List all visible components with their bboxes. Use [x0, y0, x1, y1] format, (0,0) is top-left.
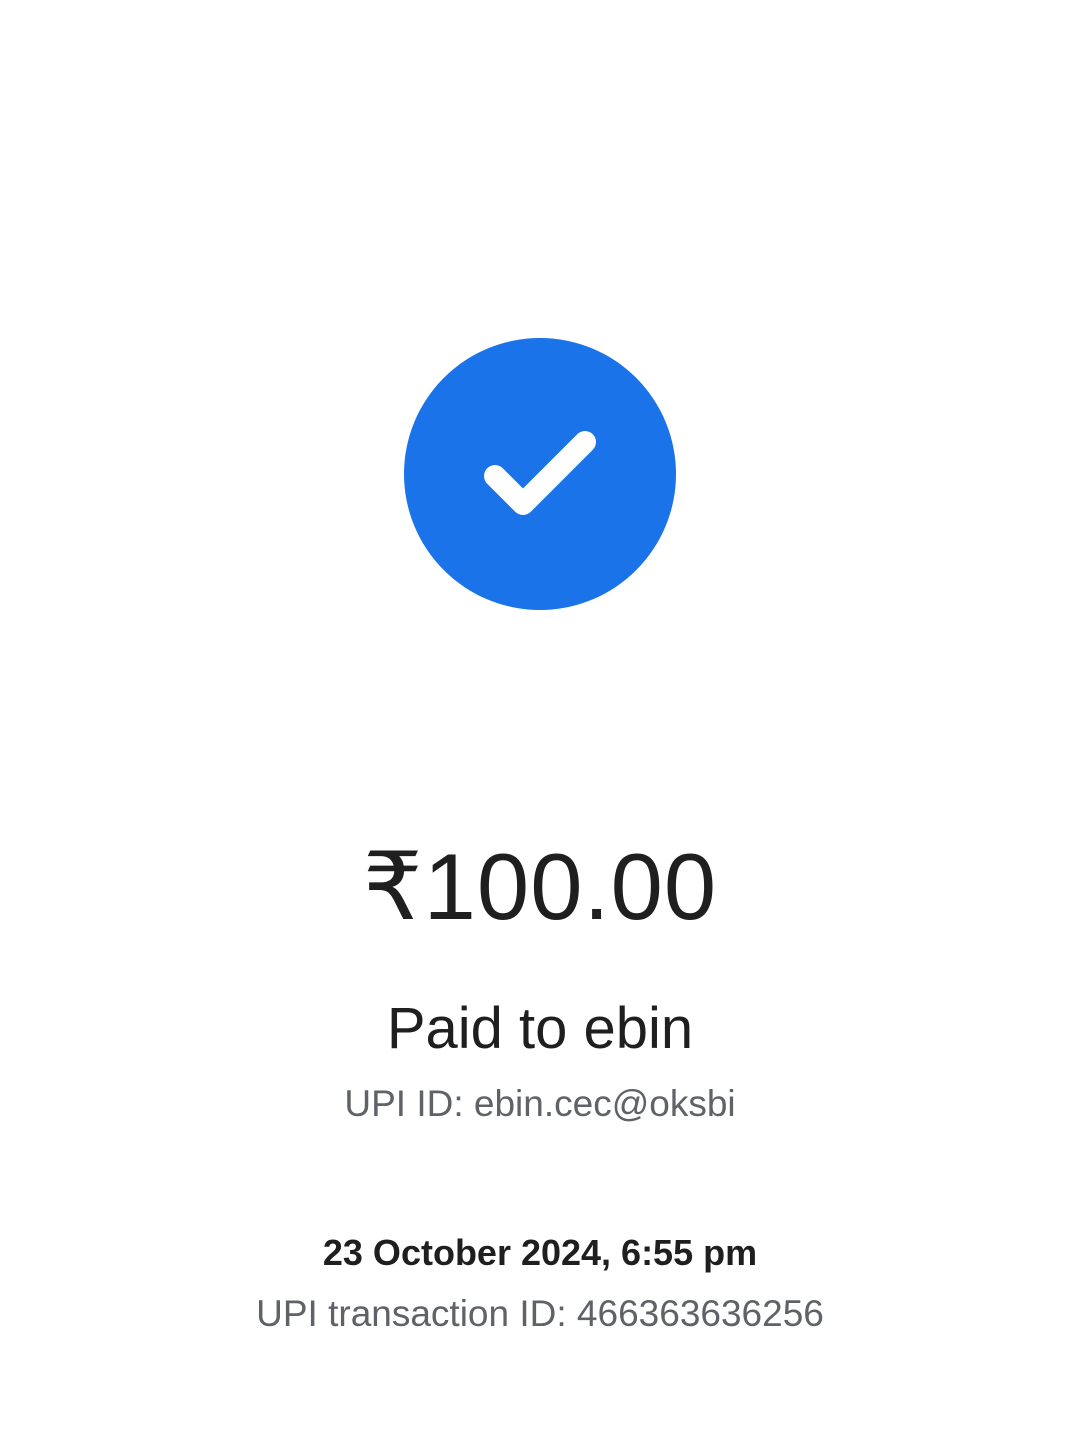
success-check-icon	[404, 338, 676, 610]
upi-transaction-id: UPI transaction ID: 466363636256	[256, 1293, 824, 1334]
checkmark-icon	[484, 431, 596, 515]
payment-success-screen: ₹100.00 Paid to ebin UPI ID: ebin.cec@ok…	[0, 0, 1080, 1435]
upi-id-text: UPI ID: ebin.cec@oksbi	[344, 1083, 736, 1124]
paid-to-label: Paid to ebin	[386, 996, 694, 1061]
payment-amount: ₹100.00	[362, 834, 718, 939]
transaction-timestamp: 23 October 2024, 6:55 pm	[322, 1232, 758, 1273]
